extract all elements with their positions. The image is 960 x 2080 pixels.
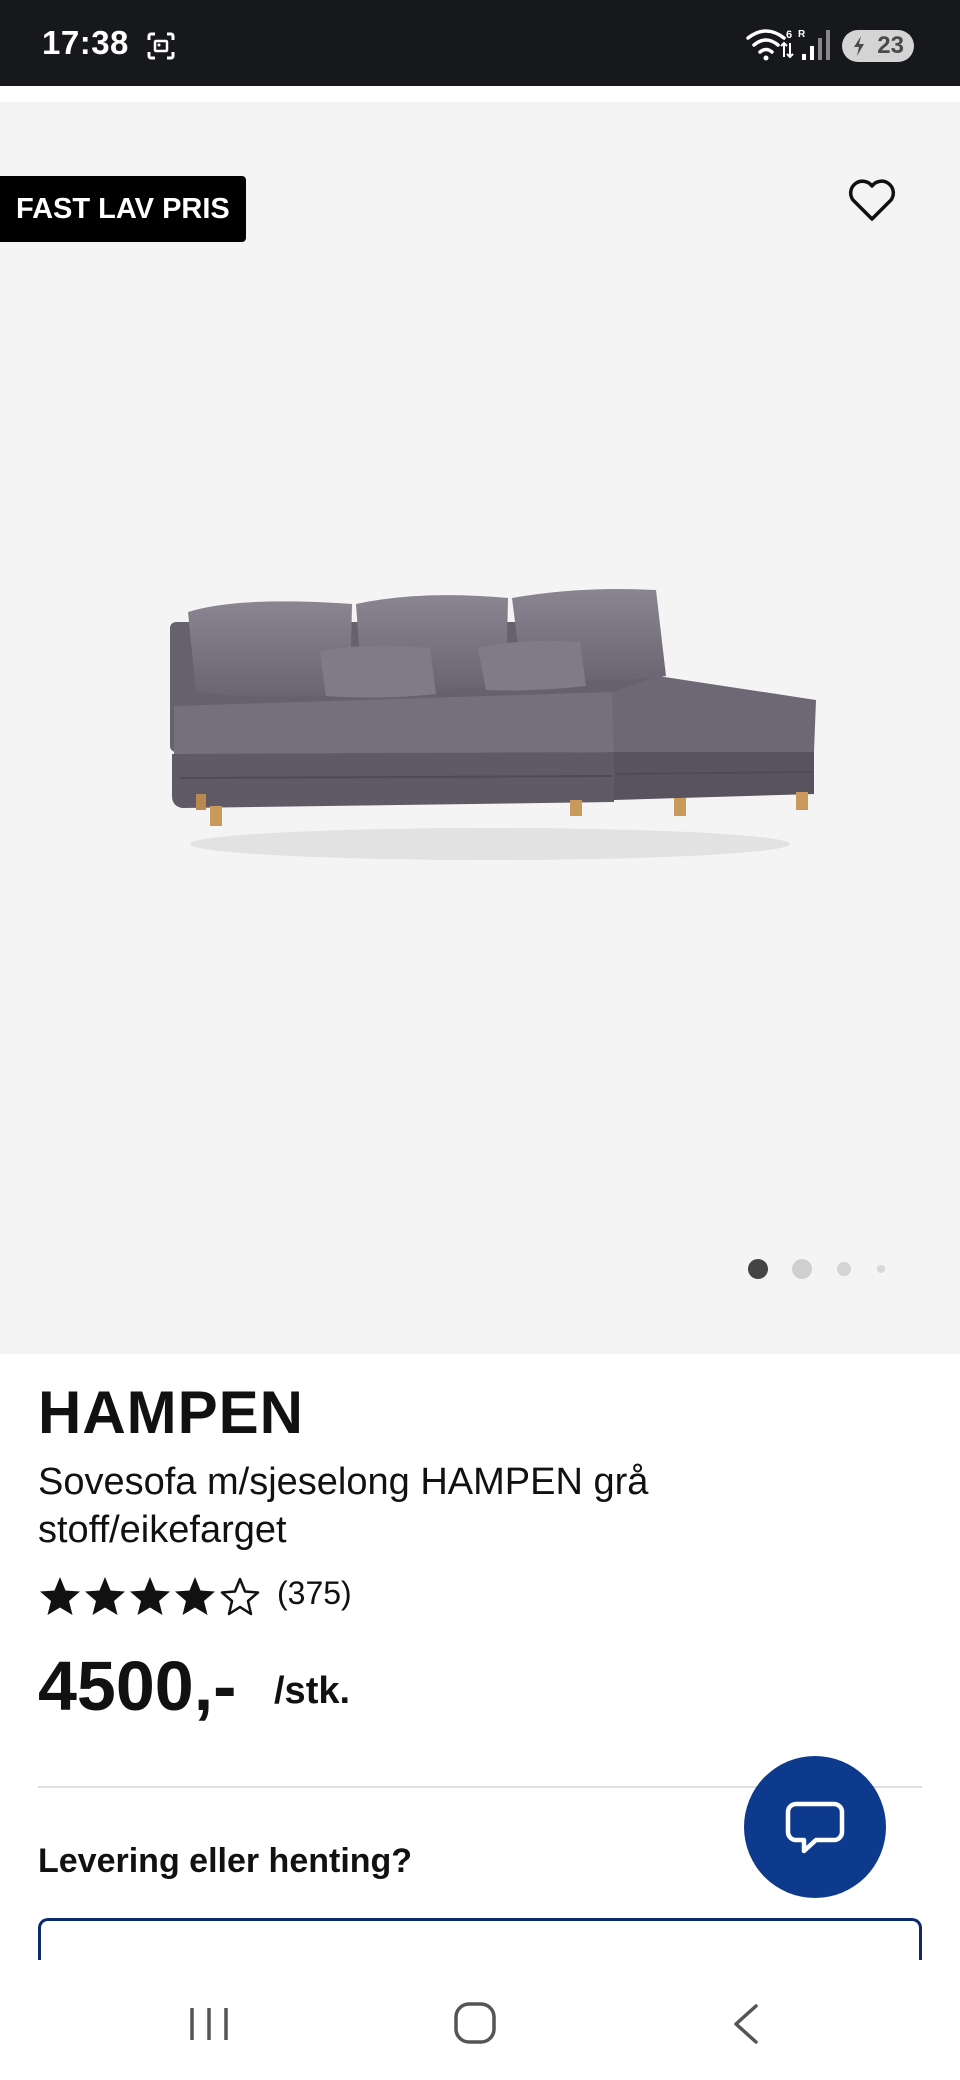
rating-count[interactable]: (375) xyxy=(277,1575,352,1612)
product-rating[interactable]: (375) xyxy=(38,1572,352,1620)
status-time: 17:38 xyxy=(42,24,129,61)
signal-label: R xyxy=(798,29,806,40)
battery-icon: 23 xyxy=(842,30,914,62)
star-filled-icon xyxy=(175,1577,215,1615)
wifi-icon: 6 xyxy=(746,29,794,61)
system-nav-bar xyxy=(0,1960,960,2080)
product-title: HAMPEN xyxy=(38,1379,305,1446)
star-filled-icon xyxy=(130,1577,170,1615)
back-icon[interactable] xyxy=(728,2002,764,2046)
carousel-indicator xyxy=(748,1259,885,1279)
product-price: 4500,- xyxy=(38,1647,237,1725)
heart-outline-icon[interactable] xyxy=(844,172,900,228)
sofa-image xyxy=(170,589,816,860)
product-subtitle: Sovesofa m/sjeselong HAMPEN grå stoff/ei… xyxy=(38,1461,649,1551)
delivery-heading: Levering eller henting? xyxy=(38,1842,413,1880)
top-strip xyxy=(0,86,960,102)
recent-apps-icon[interactable] xyxy=(186,2004,232,2044)
chat-button[interactable] xyxy=(744,1756,886,1898)
battery-level: 23 xyxy=(877,32,904,59)
wifi-label: 6 xyxy=(786,29,792,41)
star-filled-icon xyxy=(40,1577,80,1615)
signal-icon: R xyxy=(798,29,830,60)
star-outline-icon xyxy=(220,1577,260,1616)
carousel-dot-1 xyxy=(748,1259,768,1279)
status-bar: 17:38 6 R 23 xyxy=(0,0,960,86)
charging-bolt-icon xyxy=(854,36,864,56)
home-icon[interactable] xyxy=(452,2000,498,2046)
product-image-carousel[interactable]: FAST LAV PRIS xyxy=(0,102,960,1354)
carousel-dot-2 xyxy=(792,1259,812,1279)
price-unit: /stk. xyxy=(274,1670,351,1712)
screenshot-icon xyxy=(147,32,175,60)
chat-bubble-icon xyxy=(785,1801,845,1854)
price-badge: FAST LAV PRIS xyxy=(0,176,246,242)
carousel-dot-4 xyxy=(877,1265,885,1273)
carousel-dot-3 xyxy=(837,1262,851,1276)
star-filled-icon xyxy=(85,1577,125,1615)
